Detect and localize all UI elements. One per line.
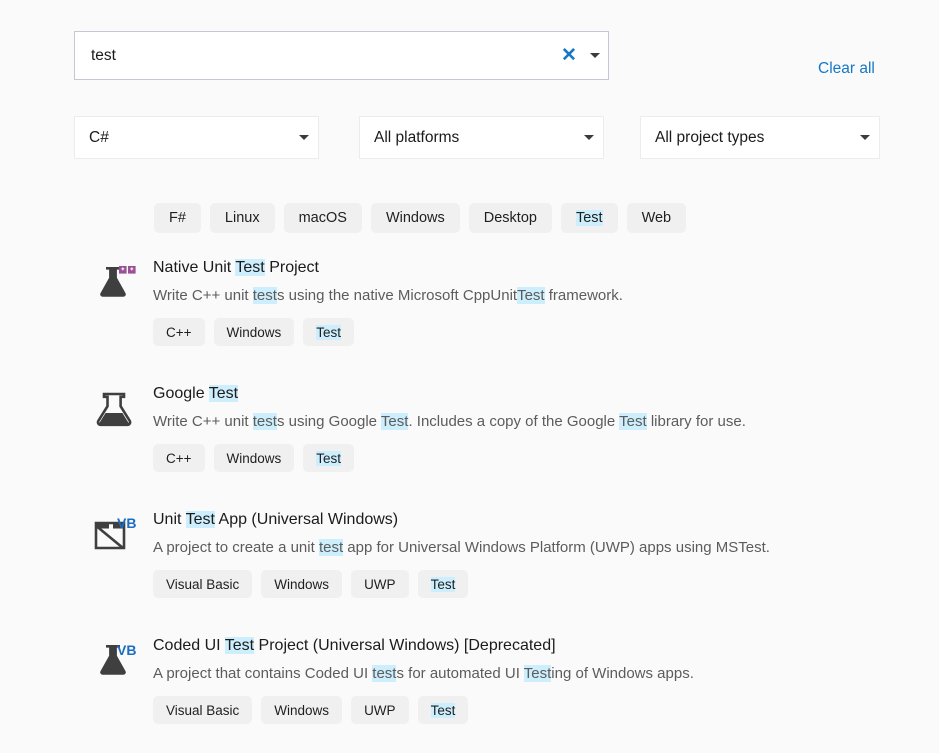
result-tag-label: Test bbox=[316, 325, 341, 340]
result-title: Unit Test App (Universal Windows) bbox=[153, 509, 939, 531]
result-tag-label: Test bbox=[431, 703, 456, 718]
suggestion-tag-row: F# Linux macOS Windows Desktop Test Web bbox=[154, 203, 686, 233]
result-tag-test[interactable]: Test bbox=[418, 570, 469, 598]
search-row: ✕ Clear all bbox=[0, 0, 939, 103]
language-filter-value: C# bbox=[75, 129, 290, 147]
chevron-down-glyph bbox=[584, 135, 594, 140]
result-tag-row: Visual Basic Windows UWP Test bbox=[153, 696, 939, 724]
suggestion-tag-label: Web bbox=[642, 210, 672, 226]
results-list: Native Unit Test Project Write C++ unit t… bbox=[0, 249, 939, 753]
result-tag-label: Visual Basic bbox=[166, 577, 239, 592]
result-tag-visual-basic[interactable]: Visual Basic bbox=[153, 696, 252, 724]
suggestion-tag-web[interactable]: Web bbox=[627, 203, 687, 233]
result-description: A project to create a unit test app for … bbox=[153, 538, 939, 558]
result-tag-label: Test bbox=[316, 451, 341, 466]
result-body: Coded UI Test Project (Universal Windows… bbox=[153, 635, 939, 753]
chevron-down-glyph bbox=[590, 53, 600, 58]
result-tag-row: Visual Basic Windows UWP Test bbox=[153, 570, 939, 598]
result-tag-row: C++ Windows Test bbox=[153, 444, 939, 472]
result-tag-label: Windows bbox=[274, 577, 329, 592]
suggestion-tag-label: Desktop bbox=[484, 210, 537, 226]
project-type-filter-value: All project types bbox=[641, 129, 851, 147]
chevron-down-icon[interactable] bbox=[290, 135, 318, 140]
chevron-down-glyph bbox=[860, 135, 870, 140]
result-tag-visual-basic[interactable]: Visual Basic bbox=[153, 570, 252, 598]
suggestion-tag-label: macOS bbox=[299, 210, 347, 226]
result-tag-row: C++ Windows Test bbox=[153, 318, 939, 346]
result-tag-uwp[interactable]: UWP bbox=[351, 570, 409, 598]
result-tag-windows[interactable]: Windows bbox=[214, 318, 295, 346]
result-tag-label: Visual Basic bbox=[166, 703, 239, 718]
result-tag-test[interactable]: Test bbox=[303, 318, 354, 346]
result-description: A project that contains Coded UI tests f… bbox=[153, 664, 939, 684]
close-x-icon[interactable]: ✕ bbox=[556, 32, 582, 79]
result-description: Write C++ unit tests using the native Mi… bbox=[153, 286, 939, 306]
result-body: Native Unit Test Project Write C++ unit t… bbox=[153, 257, 939, 375]
language-filter[interactable]: C# bbox=[74, 116, 319, 159]
result-tag-label: UWP bbox=[364, 703, 396, 718]
result-tag-c-[interactable]: C++ bbox=[153, 444, 205, 472]
result-title: Coded UI Test Project (Universal Windows… bbox=[153, 635, 939, 657]
platform-filter[interactable]: All platforms bbox=[359, 116, 604, 159]
result-tag-windows[interactable]: Windows bbox=[261, 570, 342, 598]
flask-cpp-icon bbox=[93, 257, 153, 375]
result-body: Unit Test App (Universal Windows) A proje… bbox=[153, 509, 939, 627]
result-tag-uwp[interactable]: UWP bbox=[351, 696, 409, 724]
flask-icon bbox=[93, 383, 153, 501]
result-tag-label: Test bbox=[431, 577, 456, 592]
result-tag-label: Windows bbox=[227, 325, 282, 340]
search-input[interactable] bbox=[75, 32, 556, 79]
project-type-filter[interactable]: All project types bbox=[640, 116, 880, 159]
chevron-down-icon[interactable] bbox=[582, 32, 608, 79]
result-description: Write C++ unit tests using Google Test. … bbox=[153, 412, 939, 432]
suggestion-tag-desktop[interactable]: Desktop bbox=[469, 203, 552, 233]
chevron-down-glyph bbox=[299, 135, 309, 140]
result-tag-test[interactable]: Test bbox=[418, 696, 469, 724]
suggestion-tag-label: Test bbox=[576, 210, 603, 226]
result-tag-label: UWP bbox=[364, 577, 396, 592]
result-item[interactable]: VB Unit Test App (Universal Windows) A pro… bbox=[0, 501, 939, 627]
flask-vb-icon: VB bbox=[93, 635, 153, 753]
result-body: Google Test Write C++ unit tests using Go… bbox=[153, 383, 939, 501]
suggestion-tag-label: Windows bbox=[386, 210, 445, 226]
suggestion-tag-f-[interactable]: F# bbox=[154, 203, 201, 233]
result-tag-label: Windows bbox=[227, 451, 282, 466]
svg-text:VB: VB bbox=[117, 642, 136, 658]
result-tag-c-[interactable]: C++ bbox=[153, 318, 205, 346]
svg-text:VB: VB bbox=[117, 515, 136, 531]
filter-row: C# All platforms All project types bbox=[0, 116, 939, 160]
platform-filter-value: All platforms bbox=[360, 129, 575, 147]
app-window-vb-icon: VB bbox=[93, 509, 153, 627]
result-title: Google Test bbox=[153, 383, 939, 405]
result-tag-test[interactable]: Test bbox=[303, 444, 354, 472]
result-tag-label: C++ bbox=[166, 325, 192, 340]
suggestion-tag-linux[interactable]: Linux bbox=[210, 203, 275, 233]
new-project-search-page: ✕ Clear all C# All platforms All project… bbox=[0, 0, 939, 753]
suggestion-tag-label: F# bbox=[169, 210, 186, 226]
chevron-down-icon[interactable] bbox=[851, 135, 879, 140]
result-tag-windows[interactable]: Windows bbox=[261, 696, 342, 724]
result-tag-label: Windows bbox=[274, 703, 329, 718]
suggestion-tag-windows[interactable]: Windows bbox=[371, 203, 460, 233]
suggestion-tag-test[interactable]: Test bbox=[561, 203, 618, 233]
result-title: Native Unit Test Project bbox=[153, 257, 939, 279]
result-item[interactable]: Google Test Write C++ unit tests using Go… bbox=[0, 375, 939, 501]
clear-all-link[interactable]: Clear all bbox=[818, 60, 875, 78]
suggestion-tag-macos[interactable]: macOS bbox=[284, 203, 362, 233]
result-item[interactable]: Native Unit Test Project Write C++ unit t… bbox=[0, 249, 939, 375]
result-item[interactable]: VB Coded UI Test Project (Universal Windo… bbox=[0, 627, 939, 753]
search-box[interactable]: ✕ bbox=[74, 31, 609, 80]
result-tag-label: C++ bbox=[166, 451, 192, 466]
suggestion-tag-label: Linux bbox=[225, 210, 260, 226]
chevron-down-icon[interactable] bbox=[575, 135, 603, 140]
result-tag-windows[interactable]: Windows bbox=[214, 444, 295, 472]
